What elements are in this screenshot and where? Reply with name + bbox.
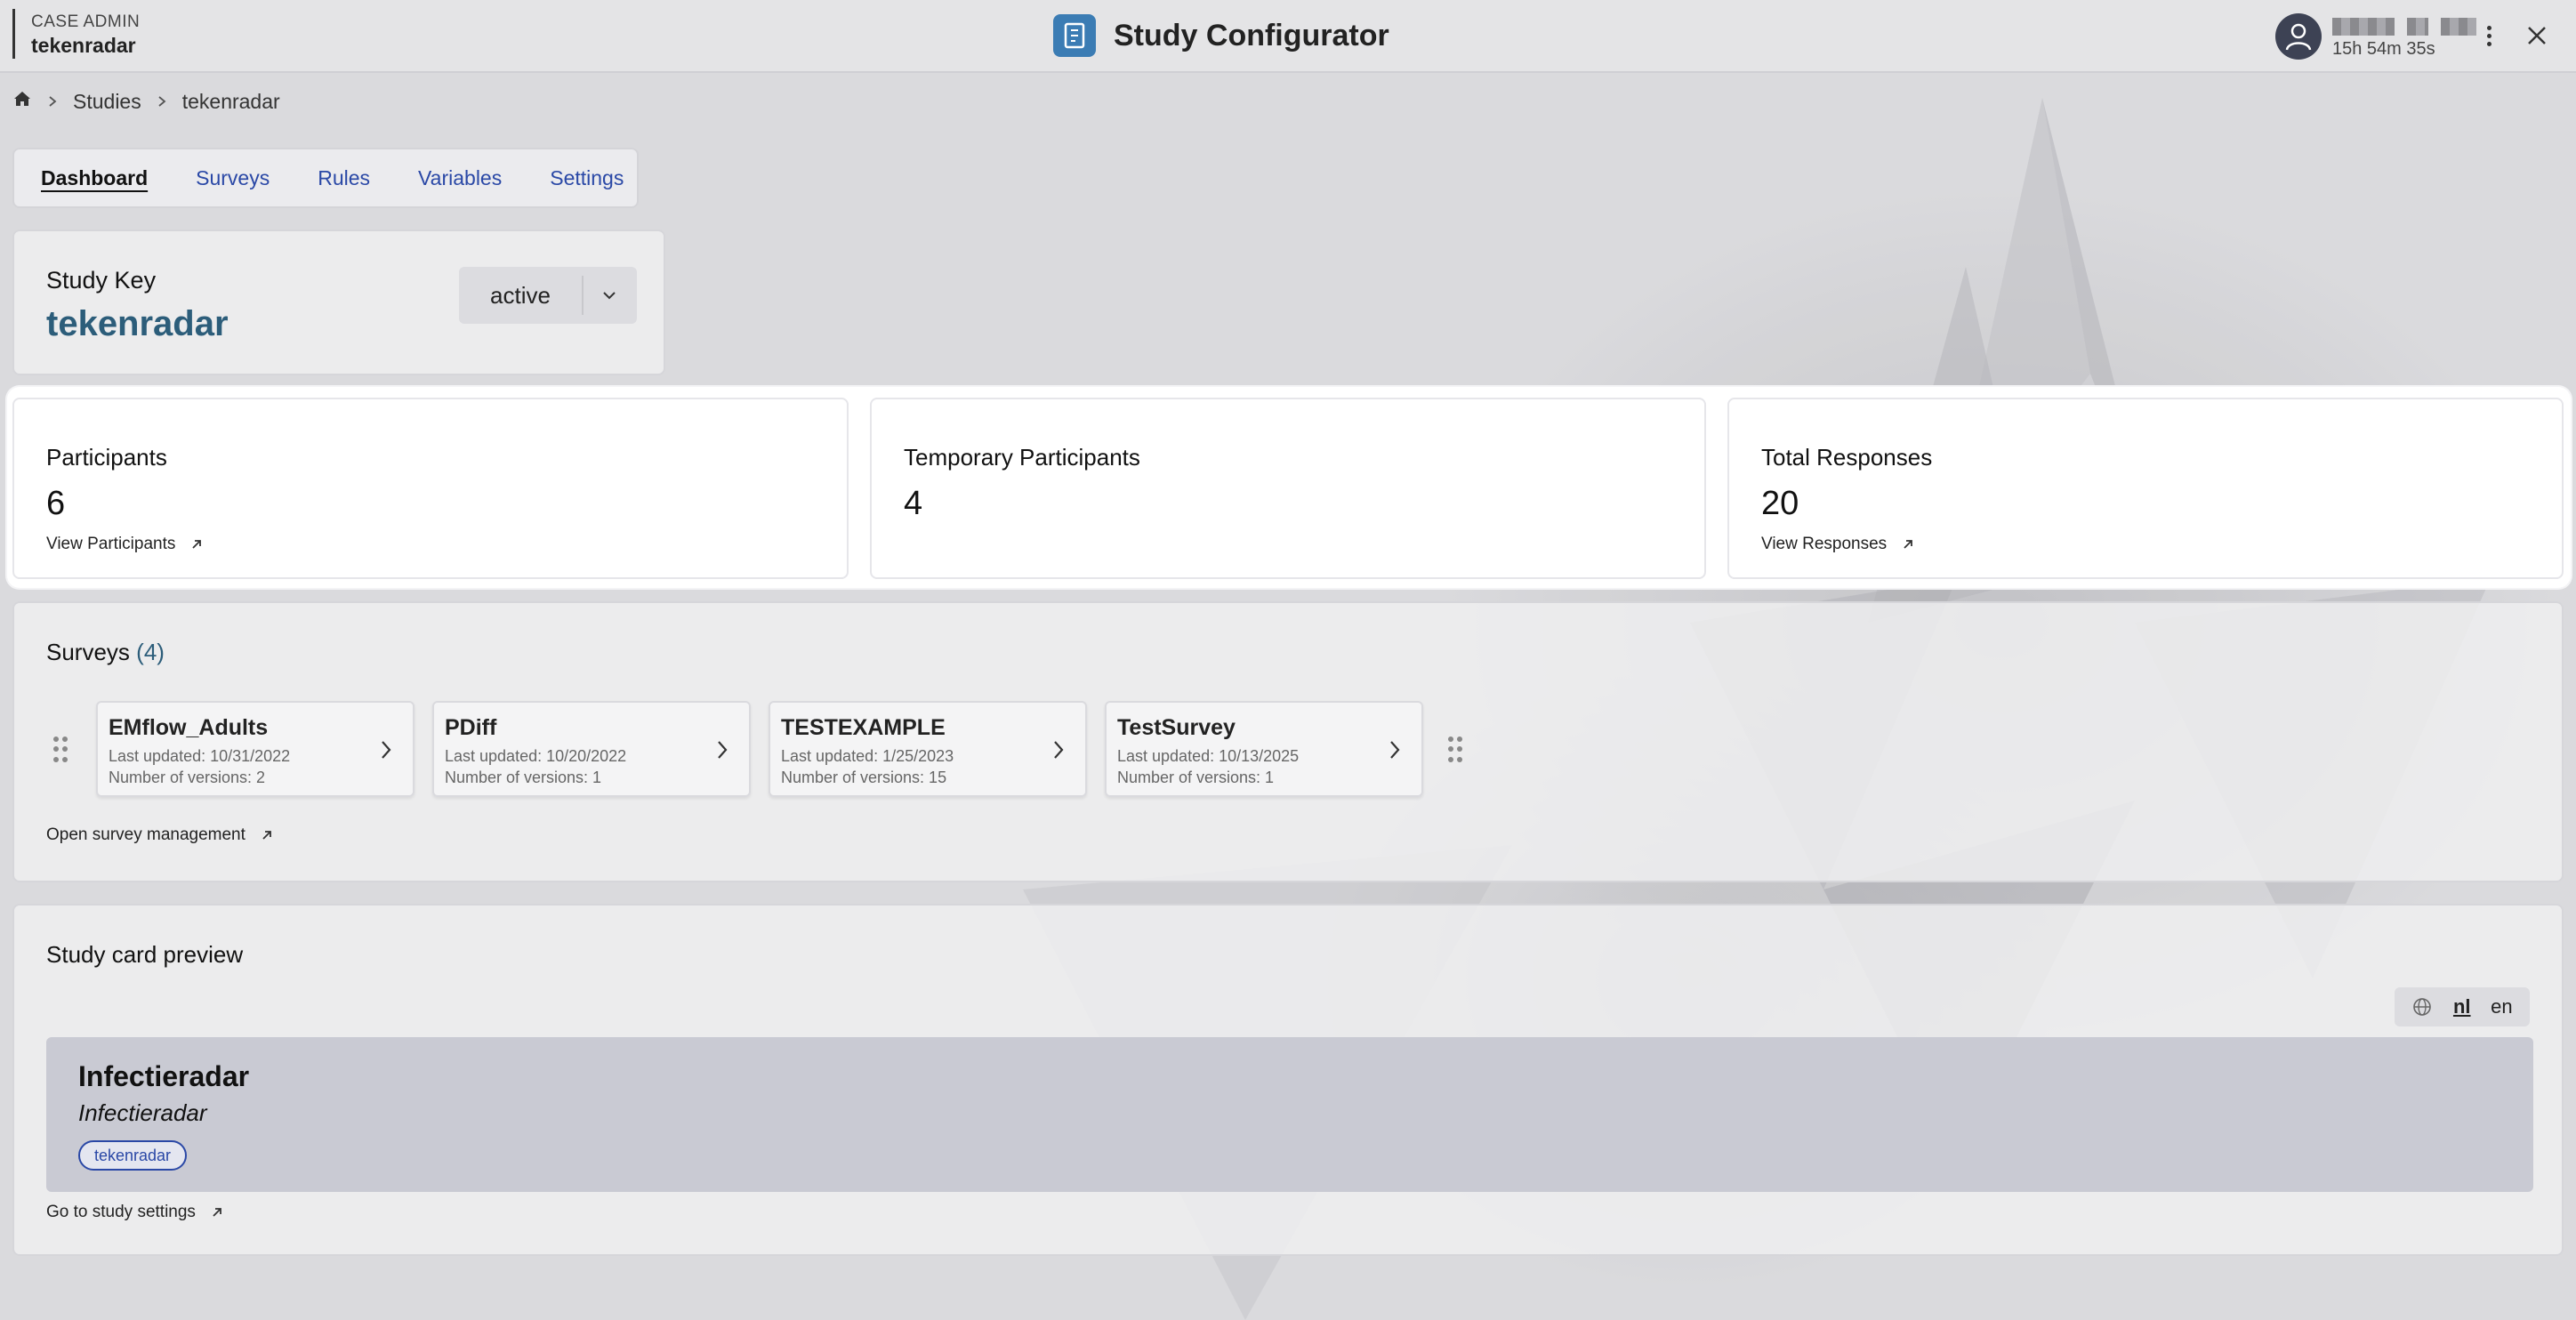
external-link-icon — [1904, 540, 1913, 549]
view-responses-link[interactable]: View Responses — [1761, 535, 1915, 554]
survey-name: TestSurvey — [1117, 715, 1236, 740]
breadcrumb-current: tekenradar — [181, 89, 280, 113]
chevron-right-icon — [382, 741, 391, 759]
chevron-right-icon — [1054, 741, 1064, 759]
survey-versions: Number of versions: 1 — [1117, 769, 1275, 786]
study-card-preview-section: Study card preview nl en Infectieradar I… — [12, 904, 2564, 1256]
view-participants-link[interactable]: View Participants — [46, 535, 204, 554]
breadcrumb-studies[interactable]: Studies — [73, 90, 141, 114]
survey-name: EMflow_Adults — [109, 715, 269, 740]
survey-updated: Last updated: 10/20/2022 — [445, 747, 627, 765]
study-card-title: Infectieradar — [78, 1060, 250, 1092]
chevron-right-icon — [158, 96, 166, 107]
tab-bar: Dashboard Surveys Rules Variables Settin… — [12, 148, 639, 208]
study-book-icon — [1053, 14, 1096, 57]
external-link-icon — [213, 1208, 221, 1217]
language-switch: nl en — [2395, 987, 2530, 1026]
study-key-label: Study Key — [46, 267, 157, 294]
tab-variables[interactable]: Variables — [418, 166, 502, 190]
total-responses-card: Total Responses 20 View Responses — [1727, 398, 2564, 579]
chevron-right-icon — [1390, 741, 1400, 759]
open-survey-management-link[interactable]: Open survey management — [46, 825, 274, 845]
drag-handle-icon[interactable] — [53, 736, 68, 763]
survey-item[interactable]: EMflow_Adults Last updated: 10/31/2022 N… — [96, 701, 415, 797]
breadcrumb: Studies tekenradar — [12, 89, 280, 114]
survey-item[interactable]: PDiff Last updated: 10/20/2022 Number of… — [432, 701, 751, 797]
go-to-study-settings-link[interactable]: Go to study settings — [46, 1203, 224, 1222]
chevron-right-icon — [49, 96, 57, 107]
stats-highlight: Participants 6 View Participants Tempora… — [7, 387, 2571, 588]
surveys-card: Surveys (4) EMflow_Adults Last updated: … — [12, 601, 2564, 882]
survey-versions: Number of versions: 15 — [781, 769, 947, 786]
globe-icon — [2413, 998, 2432, 1016]
survey-updated: Last updated: 10/31/2022 — [109, 747, 291, 765]
participants-title: Participants — [46, 444, 167, 471]
study-key-card: Study Key tekenradar active — [12, 229, 665, 375]
survey-name: PDiff — [445, 715, 497, 740]
tab-settings[interactable]: Settings — [550, 166, 624, 190]
survey-versions: Number of versions: 2 — [109, 769, 266, 786]
survey-versions: Number of versions: 1 — [445, 769, 602, 786]
redacted-user-name — [2332, 18, 2476, 36]
tab-rules[interactable]: Rules — [318, 166, 370, 190]
participants-card: Participants 6 View Participants — [12, 398, 849, 579]
surveys-title: Surveys (4) — [46, 639, 165, 666]
survey-item[interactable]: TESTEXAMPLE Last updated: 1/25/2023 Numb… — [769, 701, 1087, 797]
surveys-title-label: Surveys — [46, 639, 130, 665]
view-participants-label[interactable]: View Participants — [46, 535, 175, 554]
temporary-participants-count: 4 — [904, 485, 923, 522]
study-status-select[interactable]: active — [459, 267, 637, 324]
survey-updated: Last updated: 10/13/2025 — [1117, 747, 1300, 765]
user-menu[interactable]: 15h 54m 35s — [2275, 12, 2476, 60]
external-link-icon — [192, 540, 202, 549]
drag-handle-icon[interactable] — [1448, 736, 1462, 763]
survey-updated: Last updated: 1/25/2023 — [781, 747, 954, 765]
user-info: 15h 54m 35s — [2332, 12, 2476, 60]
view-responses-label[interactable]: View Responses — [1761, 535, 1887, 554]
open-survey-management-label[interactable]: Open survey management — [46, 825, 246, 845]
home-icon[interactable] — [12, 89, 32, 114]
more-options-icon[interactable] — [2478, 20, 2500, 52]
tab-surveys[interactable]: Surveys — [196, 166, 270, 190]
role-block: CASE ADMIN tekenradar — [12, 9, 140, 59]
survey-name: TESTEXAMPLE — [781, 715, 946, 740]
role-name: tekenradar — [31, 34, 136, 57]
study-card-tag: tekenradar — [78, 1140, 188, 1171]
study-card-subtitle: Infectieradar — [78, 1099, 207, 1126]
session-timer: 15h 54m 35s — [2332, 39, 2435, 59]
app-title-block: Study Configurator — [1053, 14, 1389, 57]
preview-title: Study card preview — [46, 941, 244, 968]
surveys-count: (4) — [136, 639, 165, 665]
avatar-icon[interactable] — [2275, 12, 2322, 60]
app-header: CASE ADMIN tekenradar Study Configurator… — [0, 0, 2576, 73]
chevron-down-icon[interactable] — [584, 290, 635, 301]
total-responses-title: Total Responses — [1761, 444, 1933, 471]
role-label: CASE ADMIN — [31, 12, 141, 31]
total-responses-count: 20 — [1761, 485, 1799, 522]
temporary-participants-title: Temporary Participants — [904, 444, 1140, 471]
study-status-value[interactable]: active — [459, 276, 584, 315]
survey-item[interactable]: TestSurvey Last updated: 10/13/2025 Numb… — [1105, 701, 1423, 797]
chevron-right-icon — [718, 741, 728, 759]
app-title: Study Configurator — [1114, 18, 1389, 52]
study-key-value: tekenradar — [46, 304, 229, 343]
tab-dashboard[interactable]: Dashboard — [41, 166, 148, 190]
language-option-nl[interactable]: nl — [2453, 995, 2471, 1018]
study-card: Infectieradar Infectieradar tekenradar — [46, 1037, 2533, 1192]
temporary-participants-card: Temporary Participants 4 — [870, 398, 1706, 579]
go-to-study-settings-label[interactable]: Go to study settings — [46, 1203, 196, 1222]
close-icon[interactable] — [2523, 21, 2551, 50]
participants-count: 6 — [46, 485, 66, 522]
external-link-icon — [262, 831, 271, 840]
language-option-en[interactable]: en — [2491, 995, 2512, 1018]
